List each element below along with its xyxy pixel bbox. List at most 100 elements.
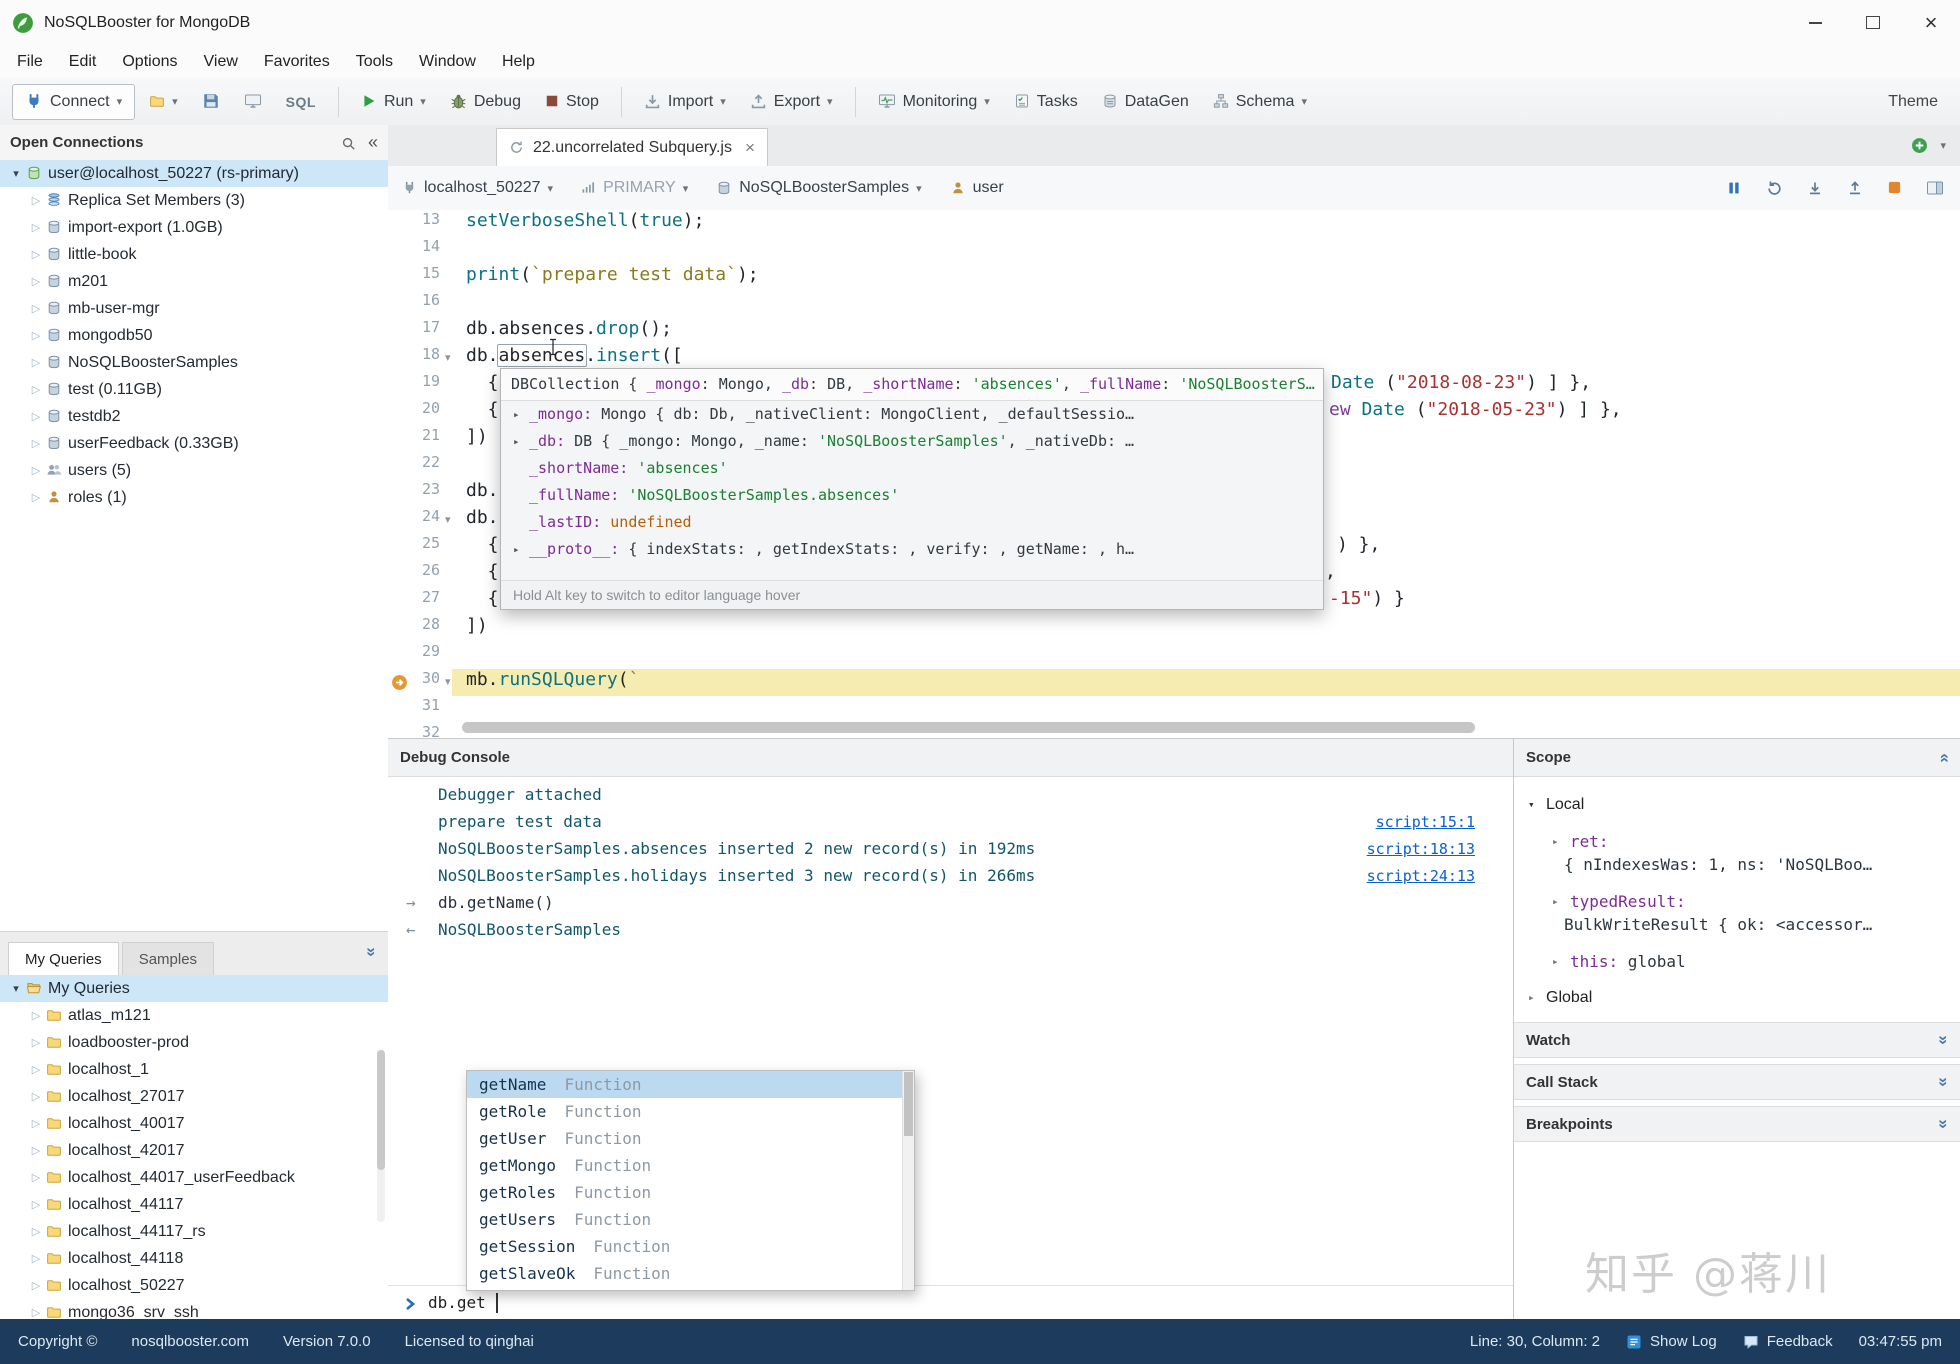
query-item[interactable]: ▷localhost_27017 xyxy=(0,1083,388,1110)
scrollbar-thumb[interactable] xyxy=(377,1050,385,1170)
toolbar-sql-badge[interactable]: SQL xyxy=(276,85,326,119)
collapsed-arrow-icon[interactable]: ▷ xyxy=(28,1009,44,1022)
connection-item[interactable]: ▷mongodb50 xyxy=(0,322,388,349)
script-link[interactable]: script:15:1 xyxy=(1376,813,1475,831)
scope-variable[interactable]: ▸this: global xyxy=(1552,948,1952,975)
maximize-button[interactable] xyxy=(1844,0,1902,45)
fold-marker-icon[interactable]: ▾ xyxy=(445,345,451,372)
collapsed-arrow-icon[interactable]: ▷ xyxy=(28,1306,44,1319)
menu-favorites[interactable]: Favorites xyxy=(251,53,343,71)
toolbar-schema[interactable]: Schema▾ xyxy=(1203,85,1317,119)
menu-help[interactable]: Help xyxy=(489,53,548,71)
connection-item[interactable]: ▷mb-user-mgr xyxy=(0,295,388,322)
connbar-readpref[interactable]: PRIMARY▾ xyxy=(581,179,688,197)
line-number[interactable]: 13 xyxy=(388,210,440,228)
toolbar-import[interactable]: Import▾ xyxy=(634,85,736,119)
toolbar-connect[interactable]: Connect▾ xyxy=(12,84,135,120)
line-number[interactable]: 27 xyxy=(388,588,440,606)
expand-arrow-icon[interactable]: ▸ xyxy=(513,401,529,428)
collapsed-arrow-icon[interactable]: ▷ xyxy=(28,1171,44,1184)
line-number[interactable]: 17 xyxy=(388,318,440,336)
line-number[interactable]: 26 xyxy=(388,561,440,579)
query-item[interactable]: ▷loadbooster-prod xyxy=(0,1029,388,1056)
expanded-arrow-icon[interactable]: ▾ xyxy=(8,982,24,995)
toolbar-datagen[interactable]: DataGen xyxy=(1092,85,1199,119)
editor-line[interactable]: 15print(`prepare test data`); xyxy=(388,264,1960,291)
statusbar-website[interactable]: nosqlbooster.com xyxy=(131,1333,249,1350)
collapsed-arrow-icon[interactable]: ▷ xyxy=(28,221,44,234)
autocomplete-item[interactable]: getSessionFunction xyxy=(467,1233,914,1260)
query-item[interactable]: ▷localhost_44117 xyxy=(0,1191,388,1218)
editor-line[interactable]: 14 xyxy=(388,237,1960,264)
menu-edit[interactable]: Edit xyxy=(56,53,110,71)
menu-window[interactable]: Window xyxy=(406,53,489,71)
close-button[interactable]: × xyxy=(1902,0,1960,45)
toolbar-stop[interactable]: Stop xyxy=(535,85,609,119)
collapsed-arrow-icon[interactable]: ▷ xyxy=(28,437,44,450)
collapsed-arrow-icon[interactable]: ▷ xyxy=(28,356,44,369)
expand-arrow-icon[interactable]: ▸ xyxy=(513,536,529,563)
connbar-connection[interactable]: localhost_50227▾ xyxy=(402,179,553,197)
add-tab-button[interactable] xyxy=(1911,137,1928,155)
query-item[interactable]: ▷localhost_1 xyxy=(0,1056,388,1083)
script-link[interactable]: script:18:13 xyxy=(1367,840,1475,858)
feedback-button[interactable]: Feedback xyxy=(1743,1333,1833,1350)
line-number[interactable]: 20 xyxy=(388,399,440,417)
expanded-arrow-icon[interactable]: ▾ xyxy=(8,167,24,180)
collapsed-arrow-icon[interactable]: ▷ xyxy=(28,1252,44,1265)
line-number[interactable]: 19 xyxy=(388,372,440,390)
line-number[interactable]: 30 xyxy=(388,669,440,687)
section-call-stack[interactable]: Call Stack» xyxy=(1514,1064,1960,1100)
tab-samples[interactable]: Samples xyxy=(122,942,214,976)
connection-item[interactable]: ▷Replica Set Members (3) xyxy=(0,187,388,214)
tooltip-row[interactable]: _lastID: undefined xyxy=(501,509,1323,536)
connbar-database[interactable]: NoSQLBoosterSamples▾ xyxy=(716,179,921,197)
scope-global[interactable]: ▸Global xyxy=(1528,984,1952,1011)
connection-item[interactable]: ▾user@localhost_50227 (rs-primary) xyxy=(0,160,388,187)
script-link[interactable]: script:24:13 xyxy=(1367,867,1475,885)
line-number[interactable]: 16 xyxy=(388,291,440,309)
minimize-button[interactable] xyxy=(1786,0,1844,45)
scope-header[interactable]: Scope » xyxy=(1514,739,1960,777)
collapsed-arrow-icon[interactable]: ▸ xyxy=(1552,895,1570,908)
query-item[interactable]: ▷localhost_50227 xyxy=(0,1272,388,1299)
queries-panel-collapse[interactable]: » xyxy=(367,942,376,962)
collapsed-arrow-icon[interactable]: ▷ xyxy=(28,1036,44,1049)
show-log-button[interactable]: Show Log xyxy=(1626,1333,1717,1350)
connection-item[interactable]: ▷userFeedback (0.33GB) xyxy=(0,430,388,457)
collapsed-arrow-icon[interactable]: ▸ xyxy=(1552,835,1570,848)
query-item[interactable]: ▷mongo36_srv_ssh xyxy=(0,1299,388,1319)
connection-item[interactable]: ▷import-export (1.0GB) xyxy=(0,214,388,241)
collapsed-arrow-icon[interactable]: ▷ xyxy=(28,1117,44,1130)
collapsed-arrow-icon[interactable]: ▷ xyxy=(28,302,44,315)
collapsed-arrow-icon[interactable]: ▸ xyxy=(1528,991,1546,1004)
collapsed-arrow-icon[interactable]: ▷ xyxy=(28,464,44,477)
collapsed-arrow-icon[interactable]: ▷ xyxy=(28,329,44,342)
line-number[interactable]: 29 xyxy=(388,642,440,660)
editor-line[interactable]: 28]) xyxy=(388,615,1960,642)
autocomplete-item[interactable]: getSlaveOkFunction xyxy=(467,1260,914,1287)
line-number[interactable]: 32 xyxy=(388,723,440,738)
connection-item[interactable]: ▷NoSQLBoosterSamples xyxy=(0,349,388,376)
section-breakpoints[interactable]: Breakpoints» xyxy=(1514,1106,1960,1142)
collapsed-arrow-icon[interactable]: ▷ xyxy=(28,491,44,504)
autocomplete-item[interactable]: getMongoFunction xyxy=(467,1152,914,1179)
query-item[interactable]: ▷atlas_m121 xyxy=(0,1002,388,1029)
editor-action-redo[interactable] xyxy=(1766,179,1783,197)
fold-marker-icon[interactable]: ▾ xyxy=(445,669,451,696)
autocomplete-item[interactable]: getRoleFunction xyxy=(467,1098,914,1125)
editor-line[interactable]: 30▾mb.runSQLQuery(` xyxy=(388,669,1960,696)
collapsed-arrow-icon[interactable]: ▷ xyxy=(28,1144,44,1157)
autocomplete-item[interactable]: getRolesFunction xyxy=(467,1179,914,1206)
toolbar-monitoring[interactable]: Monitoring▾ xyxy=(868,85,1000,119)
editor-line[interactable]: 13setVerboseShell(true); xyxy=(388,210,1960,237)
editor-line[interactable]: 32 xyxy=(388,723,1960,738)
line-number[interactable]: 23 xyxy=(388,480,440,498)
code-editor[interactable]: 13setVerboseShell(true);1415print(`prepa… xyxy=(388,210,1960,738)
autocomplete-item[interactable]: getUserFunction xyxy=(467,1125,914,1152)
editor-action-layout[interactable] xyxy=(1926,179,1944,197)
editor-line[interactable]: 29 xyxy=(388,642,1960,669)
editor-line[interactable]: 17db.absences.drop(); xyxy=(388,318,1960,345)
collapsed-arrow-icon[interactable]: ▷ xyxy=(28,194,44,207)
line-number[interactable]: 24 xyxy=(388,507,440,525)
